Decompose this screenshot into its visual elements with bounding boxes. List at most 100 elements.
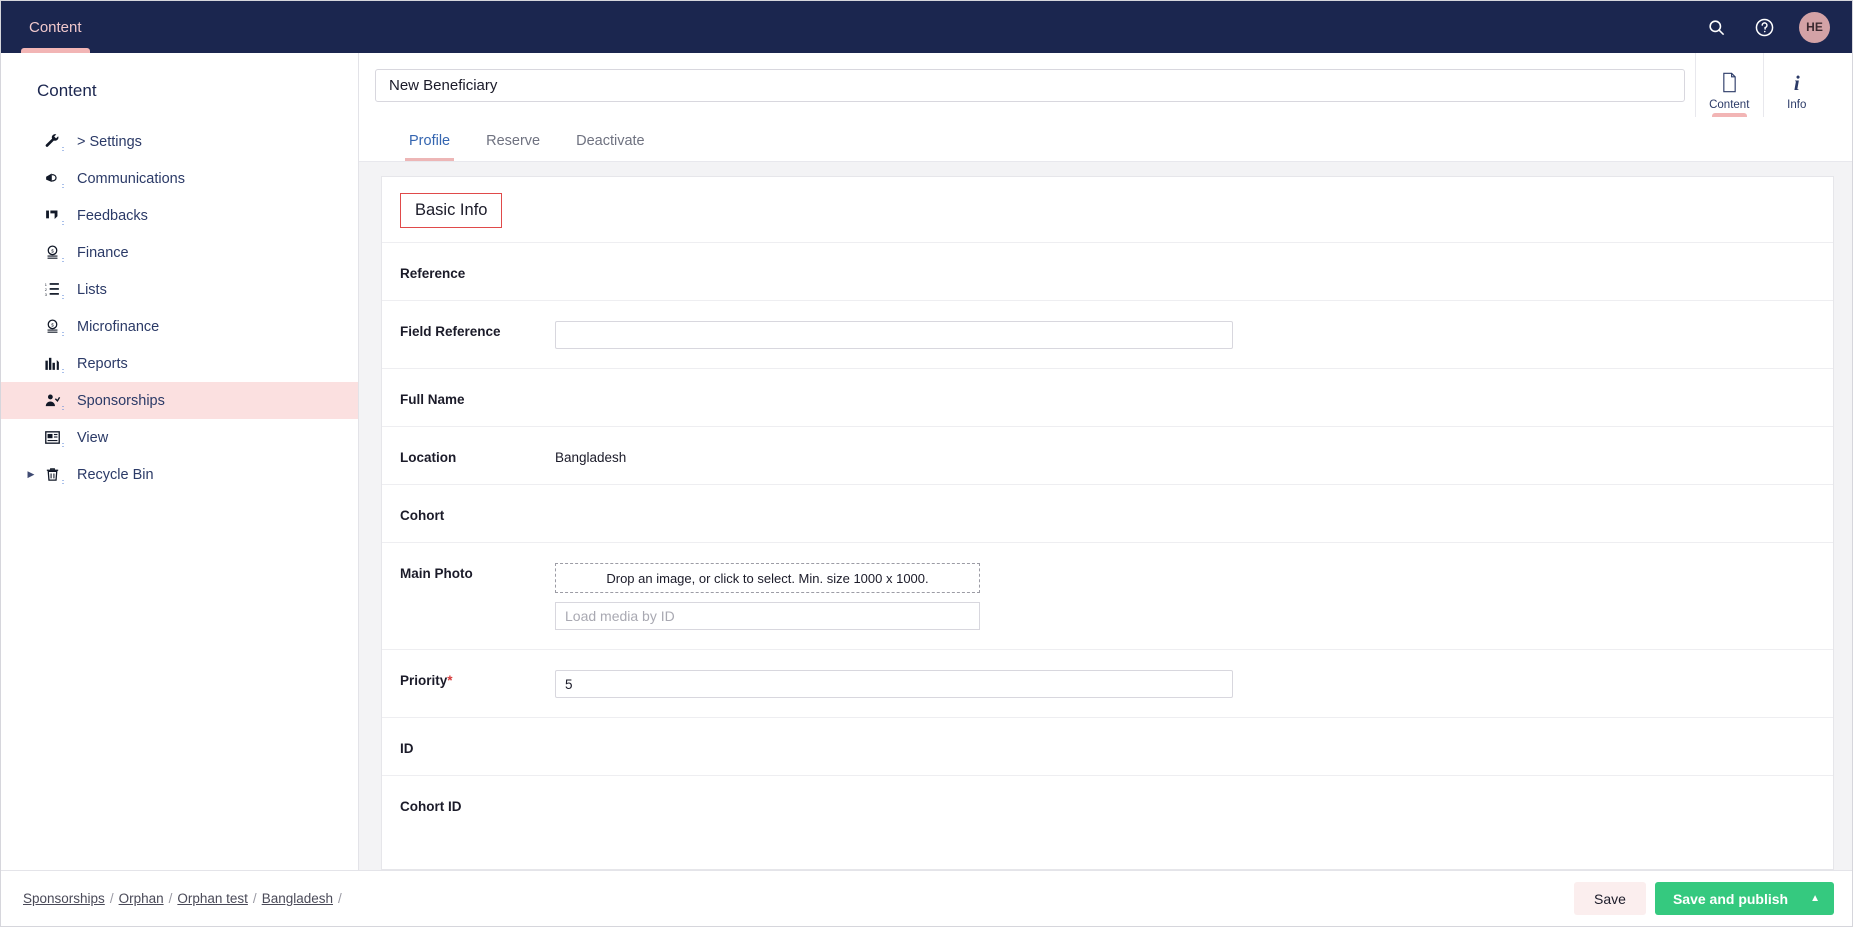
form-row-full-name: Full Name	[382, 369, 1833, 427]
field-label-cohort-id: Cohort ID	[400, 796, 555, 814]
editor-tabs: Profile Reserve Deactivate	[359, 117, 1852, 162]
trash-icon: ::	[39, 466, 65, 486]
sidebar-item-reports[interactable]: :: Reports	[1, 345, 358, 382]
article-icon: ::	[39, 429, 65, 449]
search-icon[interactable]	[1703, 14, 1729, 40]
panel-header: Basic Info	[382, 177, 1833, 243]
megaphone-icon: ::	[39, 170, 65, 190]
avatar[interactable]: HE	[1799, 11, 1830, 43]
field-label-text: Location	[400, 450, 457, 465]
field-label-location: Location	[400, 447, 555, 465]
bar-chart-icon: ::	[39, 355, 65, 375]
document-icon	[1721, 72, 1738, 94]
svg-text:$: $	[51, 249, 54, 255]
breadcrumb-link[interactable]: Sponsorships	[23, 891, 105, 906]
form-row-location: Location Bangladesh	[382, 427, 1833, 485]
save-button[interactable]: Save	[1574, 882, 1646, 915]
sidebar-item-lists[interactable]: 1 2 3:: Lists	[1, 271, 358, 308]
people-icon: ::	[39, 392, 65, 412]
editor-header: Content i Info	[359, 53, 1852, 117]
media-id-input[interactable]	[555, 602, 980, 630]
tab-label: Deactivate	[576, 133, 645, 149]
sidebar-item-label: Sponsorships	[77, 392, 165, 409]
field-label-text: Main Photo	[400, 566, 473, 581]
sidebar-item-microfinance[interactable]: $:: Microfinance	[1, 308, 358, 345]
editor-content-area: Basic Info Reference Field Reference Full …	[359, 162, 1852, 870]
editor-app-content[interactable]: Content	[1696, 53, 1764, 117]
top-section-tabs: Content	[1, 1, 100, 53]
dropzone-text: Drop an image, or click to select. Min. …	[606, 570, 929, 586]
sidebar-item-label: Feedbacks	[77, 207, 148, 224]
breadcrumb: Sponsorships / Orphan / Orphan test / Banglade…	[23, 891, 342, 906]
field-label-reference: Reference	[400, 263, 555, 281]
sidebar-item-communications[interactable]: :: Communications	[1, 160, 358, 197]
field-label-text: ID	[400, 741, 414, 756]
field-value-id	[555, 738, 1833, 741]
sidebar-item-settings[interactable]: :: > Settings	[1, 123, 358, 160]
top-tab-label: Content	[29, 18, 82, 36]
app-body: Content :: > Settings:: Communications:: Fe…	[1, 53, 1852, 870]
sidebar-item-view[interactable]: :: View	[1, 419, 358, 456]
basic-info-panel: Basic Info Reference Field Reference Full …	[381, 176, 1834, 870]
editor-app-label: Content	[1709, 98, 1750, 111]
help-icon[interactable]	[1751, 14, 1777, 40]
editor-app-info[interactable]: i Info	[1764, 53, 1831, 117]
field-label-text: Field Reference	[400, 324, 501, 339]
editor-apps-rail: Content i Info	[1695, 53, 1830, 117]
coin-icon: $::	[39, 244, 65, 264]
tab-profile[interactable]: Profile	[395, 125, 464, 161]
breadcrumb-link[interactable]: Orphan	[119, 891, 164, 906]
editor-footer: Sponsorships / Orphan / Orphan test / Banglade…	[1, 870, 1852, 926]
list-ordered-icon: 1 2 3::	[44, 281, 64, 301]
breadcrumb-separator: /	[168, 891, 173, 906]
feedback-icon: ::	[39, 207, 65, 227]
tab-deactivate[interactable]: Deactivate	[562, 125, 659, 161]
sidebar-item-recycle-bin[interactable]: ▶:: Recycle Bin	[1, 456, 358, 493]
top-bar-actions: HE	[1703, 1, 1852, 53]
node-title-input[interactable]	[375, 69, 1685, 102]
wrench-icon: ::	[39, 133, 65, 153]
tab-reserve[interactable]: Reserve	[472, 125, 554, 161]
form-row-priority: Priority*	[382, 650, 1833, 718]
chevron-up-icon[interactable]: ▲	[1810, 893, 1820, 904]
image-dropzone[interactable]: Drop an image, or click to select. Min. …	[555, 563, 980, 593]
form-row-field-reference: Field Reference	[382, 301, 1833, 369]
expand-caret-icon[interactable]: ▶	[23, 469, 39, 480]
sidebar-item-label: Communications	[77, 170, 185, 187]
sidebar-title: Content	[37, 81, 97, 100]
field-label-main-photo: Main Photo	[400, 563, 555, 581]
form-fields: Reference Field Reference Full Name Locatio…	[382, 243, 1833, 833]
save-and-publish-button[interactable]: Save and publish ▲	[1654, 882, 1834, 915]
field-label-field-reference: Field Reference	[400, 321, 555, 339]
form-row-id: ID	[382, 718, 1833, 776]
field-label-text: Full Name	[400, 392, 465, 407]
svg-text:1: 1	[44, 282, 46, 287]
top-tab-content[interactable]: Content	[11, 1, 100, 53]
footer-actions: Save Save and publish ▲	[1574, 882, 1834, 915]
coin-icon: $::	[39, 318, 65, 338]
field-value-location: Bangladesh	[555, 450, 627, 465]
sidebar-item-feedbacks[interactable]: :: Feedbacks	[1, 197, 358, 234]
sidebar-item-label: Reports	[77, 355, 128, 372]
sidebar-item-finance[interactable]: $:: Finance	[1, 234, 358, 271]
tab-label: Reserve	[486, 133, 541, 149]
field-label-text: Cohort	[400, 508, 445, 523]
form-row-reference: Reference	[382, 243, 1833, 301]
app-window: Content HE Content:: > Settings:: Comm…	[0, 0, 1853, 927]
field-label-id: ID	[400, 738, 555, 756]
top-navigation-bar: Content HE	[1, 1, 1852, 53]
field-input-priority[interactable]	[555, 670, 1233, 698]
field-value-cohort	[555, 505, 1833, 508]
sidebar-item-sponsorships[interactable]: :: Sponsorships	[1, 382, 358, 419]
breadcrumb-link[interactable]: Orphan test	[177, 891, 248, 906]
field-label-text: Cohort ID	[400, 799, 462, 814]
form-row-cohort-id: Cohort ID	[382, 776, 1833, 833]
field-value-full-name	[555, 389, 1833, 392]
field-value-reference	[555, 263, 1833, 266]
breadcrumb-link[interactable]: Bangladesh	[262, 891, 333, 906]
main-editor: Content i Info ProfileReserveDeactivate …	[359, 53, 1852, 870]
field-value-cohort-id	[555, 796, 1833, 799]
avatar-initials: HE	[1806, 20, 1823, 34]
field-input-field-reference[interactable]	[555, 321, 1233, 349]
svg-text:3: 3	[44, 292, 46, 297]
